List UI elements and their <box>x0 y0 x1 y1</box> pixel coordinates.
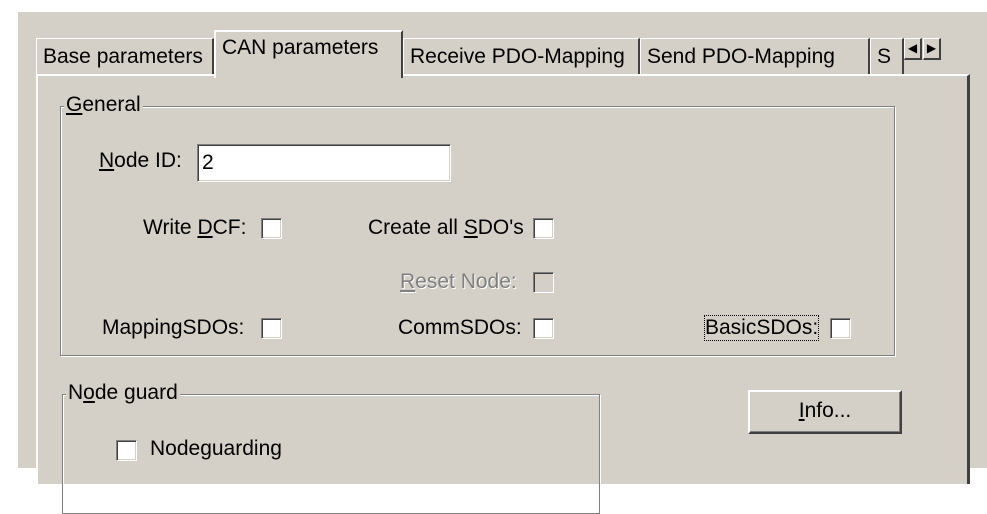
node-guard-group-title: Node guard <box>66 381 180 404</box>
create-all-sdos-checkbox[interactable] <box>533 218 554 239</box>
tab-can-parameters[interactable]: CAN parameters <box>214 30 403 78</box>
write-dcf-checkbox[interactable] <box>261 218 282 239</box>
general-group-title: General <box>64 93 143 116</box>
basic-sdos-label: BasicSDOs: <box>703 315 820 341</box>
comm-sdos-checkbox[interactable] <box>533 318 554 339</box>
arrow-left-icon: ◀ <box>907 41 918 55</box>
node-guard-group <box>62 394 600 514</box>
reset-node-label: Reset Node: <box>400 270 517 293</box>
tab-page-can-parameters: General Node ID: Write DCF: Create all S… <box>36 74 970 514</box>
tab-label: CAN parameters <box>222 36 379 59</box>
comm-sdos-label: CommSDOs: <box>398 316 522 339</box>
tab-base-parameters[interactable]: Base parameters <box>36 38 214 78</box>
mapping-sdos-label: MappingSDOs: <box>102 316 245 339</box>
nodeguarding-checkbox[interactable] <box>116 440 137 461</box>
create-all-sdos-label: Create all SDO's <box>368 216 524 239</box>
info-button[interactable]: Info... <box>748 390 902 434</box>
tab-label: Receive PDO-Mapping <box>410 45 625 68</box>
node-id-input[interactable] <box>197 144 451 182</box>
tab-label: Base parameters <box>43 45 203 68</box>
tab-scroll-left-button[interactable]: ◀ <box>904 38 922 60</box>
tab-s-truncated[interactable]: S <box>870 38 904 78</box>
reset-node-checkbox <box>533 272 554 293</box>
tab-send-pdo-mapping[interactable]: Send PDO-Mapping <box>640 38 870 78</box>
tab-label: Send PDO-Mapping <box>647 45 835 68</box>
tab-receive-pdo-mapping[interactable]: Receive PDO-Mapping <box>403 38 640 78</box>
nodeguarding-label: Nodeguarding <box>150 437 282 460</box>
node-id-label: Node ID: <box>99 149 182 172</box>
mapping-sdos-checkbox[interactable] <box>261 318 282 339</box>
tab-scroll-right-button[interactable]: ▶ <box>923 38 941 60</box>
arrow-right-icon: ▶ <box>926 41 937 55</box>
tab-label: S <box>877 45 892 68</box>
write-dcf-label: Write DCF: <box>143 216 247 239</box>
basic-sdos-checkbox[interactable] <box>830 318 851 339</box>
